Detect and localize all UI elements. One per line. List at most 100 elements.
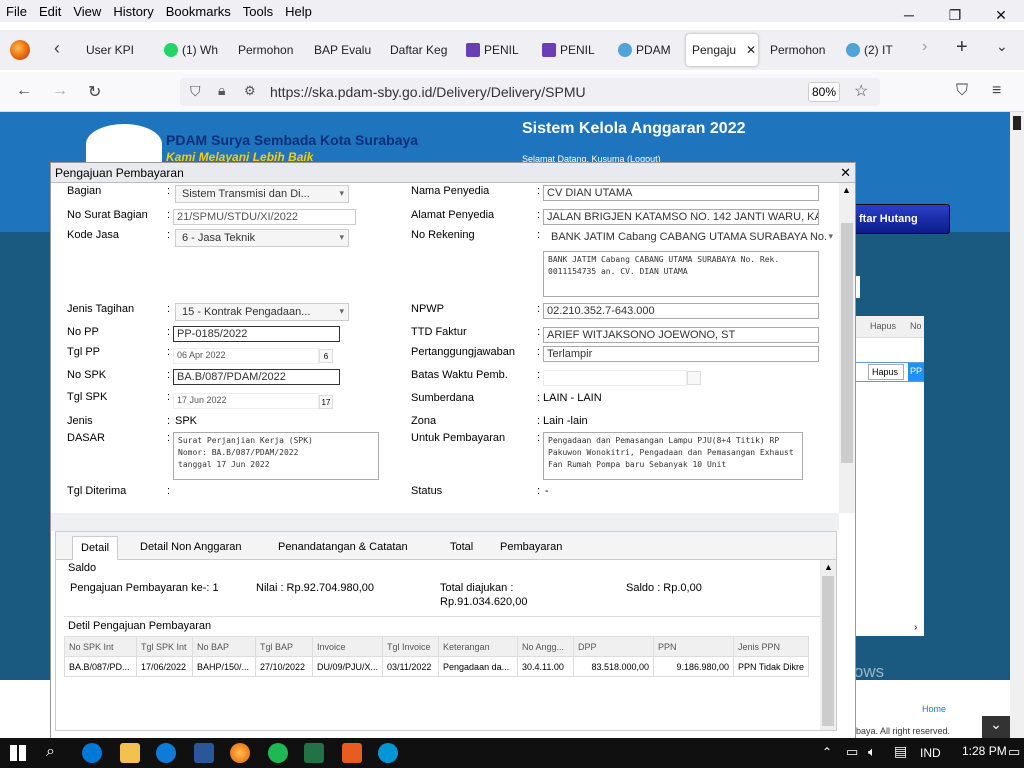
col-keterangan[interactable]: Keterangan: [438, 636, 519, 657]
tgl-spk-field[interactable]: 17 Jun 2022: [173, 393, 319, 409]
col-tgl-spk-int[interactable]: Tgl SPK Int: [136, 636, 193, 657]
tab-pembayaran[interactable]: Pembayaran: [492, 536, 570, 560]
language-indicator[interactable]: IND: [920, 746, 941, 760]
tab-penil-1[interactable]: PENIL: [460, 34, 530, 66]
col-no-spk-int[interactable]: No SPK Int: [64, 636, 137, 657]
close-window-button[interactable]: ✕: [978, 0, 1024, 30]
firefox-icon[interactable]: [10, 40, 30, 60]
forward-icon[interactable]: →: [52, 82, 68, 100]
bagian-select[interactable]: Sistem Transmisi dan Di...: [175, 185, 349, 203]
pocket-icon[interactable]: ⛉: [956, 82, 968, 100]
zoom-level[interactable]: 80%: [808, 82, 840, 102]
col-tgl-invoice[interactable]: Tgl Invoice: [382, 636, 440, 657]
ttd-faktur-field[interactable]: ARIEF WITJAKSONO JOEWONO, ST: [543, 327, 819, 343]
clock[interactable]: 1:28 PM: [962, 744, 1007, 758]
shield-icon[interactable]: ⛉: [190, 83, 201, 100]
chat-icon[interactable]: ▤: [894, 743, 907, 760]
new-tab-icon[interactable]: +: [956, 36, 968, 59]
bookmark-star-icon[interactable]: ☆: [854, 81, 868, 101]
tgl-spk-calendar-icon[interactable]: 17: [319, 395, 333, 409]
tab-permohonan[interactable]: Permohon: [232, 34, 302, 66]
restore-button[interactable]: ❐: [932, 0, 978, 30]
col-ppn[interactable]: PPN: [653, 636, 735, 657]
spotify-icon[interactable]: [268, 743, 288, 763]
permissions-icon[interactable]: ⚙: [244, 83, 256, 99]
network-icon[interactable]: ▭: [846, 744, 858, 760]
bg-hapus-button[interactable]: Hapus: [868, 364, 904, 380]
word-icon[interactable]: [194, 743, 214, 763]
tab-permohonan-2[interactable]: Permohon: [764, 34, 836, 66]
hp-icon[interactable]: [378, 743, 398, 763]
tab-scroll-right-icon[interactable]: ›: [922, 38, 927, 56]
col-no-anggaran[interactable]: No Angg...: [517, 636, 575, 657]
tab-scroll-left-icon[interactable]: ‹: [54, 38, 60, 59]
search-icon[interactable]: ⌕: [46, 743, 55, 761]
dasar-textarea[interactable]: Surat Perjanjian Kerja (SPK) Nomor: BA.B…: [173, 432, 379, 480]
edge-icon[interactable]: [82, 743, 102, 763]
table-row[interactable]: BA.B/087/PD... 17/06/2022 BAHP/150/... 2…: [64, 656, 810, 677]
nama-penyedia-field[interactable]: CV DIAN UTAMA: [543, 185, 819, 201]
npwp-field[interactable]: 02.210.352.7-643.000: [543, 303, 819, 319]
batas-waktu-field[interactable]: [543, 370, 687, 386]
tab-detail-non-anggaran[interactable]: Detail Non Anggaran: [132, 536, 250, 560]
reload-icon[interactable]: ↻: [88, 82, 101, 102]
tab-pengajuan-active[interactable]: Pengaju ✕: [686, 34, 758, 66]
url-text[interactable]: https://ska.pdam-sby.go.id/Delivery/Deli…: [270, 84, 586, 100]
tab-it[interactable]: (2) IT: [840, 34, 906, 66]
app-icon[interactable]: [156, 743, 176, 763]
jenis-tagihan-select[interactable]: 15 - Kontrak Pengadaan...: [175, 303, 349, 321]
alamat-penyedia-field[interactable]: JALAN BRIGJEN KATAMSO NO. 142 JANTI WARU…: [543, 209, 819, 225]
app-orange-icon[interactable]: [342, 743, 362, 763]
tab-detail[interactable]: Detail: [72, 536, 119, 560]
volume-icon[interactable]: 🔈︎: [868, 744, 876, 760]
menu-view[interactable]: View: [67, 4, 107, 19]
col-no-bap[interactable]: No BAP: [192, 636, 256, 657]
menu-bookmarks[interactable]: Bookmarks: [160, 4, 237, 19]
menu-file[interactable]: File: [0, 4, 33, 19]
no-spk-field[interactable]: BA.B/087/PDAM/2022: [173, 369, 340, 385]
tgl-pp-field[interactable]: 06 Apr 2022: [173, 348, 319, 364]
pertanggungjawaban-field[interactable]: Terlampir: [543, 346, 819, 362]
list-tabs-icon[interactable]: ⌄: [996, 38, 1008, 55]
tab-daftar-kegiatan[interactable]: Daftar Keg: [384, 34, 454, 66]
dialog-close-icon[interactable]: ✕: [840, 165, 851, 181]
back-icon[interactable]: ←: [16, 82, 32, 100]
tab-pdam[interactable]: PDAM: [612, 34, 682, 66]
rekening-detail-textarea[interactable]: BANK JATIM Cabang CABANG UTAMA SURABAYA …: [543, 251, 819, 297]
tab-bap-evaluasi[interactable]: BAP Evalu: [308, 34, 378, 66]
no-surat-field[interactable]: 21/SPMU/STDU/XI/2022: [173, 209, 356, 225]
tray-chevron-icon[interactable]: ⌃: [822, 745, 832, 759]
notification-icon[interactable]: ▭: [1008, 744, 1020, 760]
col-jenis-ppn[interactable]: Jenis PPN: [733, 636, 810, 657]
daftar-hutang-button[interactable]: ftar Hutang: [840, 204, 950, 234]
app-menu-icon[interactable]: ≡: [992, 82, 1001, 100]
scroll-up-icon[interactable]: ▲: [842, 185, 851, 195]
lock-icon[interactable]: 🔒︎: [218, 82, 225, 99]
no-rekening-select[interactable]: BANK JATIM Cabang CABANG UTAMA SURABAYA …: [543, 229, 837, 247]
footer-home-link[interactable]: Home: [922, 704, 946, 714]
bg-scroll-right-icon[interactable]: ›: [914, 622, 917, 633]
close-tab-icon[interactable]: ✕: [746, 43, 756, 57]
tab-total[interactable]: Total: [442, 536, 481, 560]
col-tgl-bap[interactable]: Tgl BAP: [255, 636, 313, 657]
scroll-top-icon[interactable]: ⌄: [982, 716, 1010, 738]
url-bar[interactable]: ⛉ 🔒︎ ⚙ https://ska.pdam-sby.go.id/Delive…: [180, 78, 880, 106]
file-explorer-icon[interactable]: [120, 743, 140, 763]
menu-tools[interactable]: Tools: [237, 4, 279, 19]
menu-edit[interactable]: Edit: [33, 4, 67, 19]
windows-start-icon[interactable]: [10, 745, 26, 761]
excel-icon[interactable]: [304, 743, 324, 763]
menu-help[interactable]: Help: [279, 4, 318, 19]
tab-user-kpi[interactable]: User KPI: [80, 34, 156, 66]
kode-jasa-select[interactable]: 6 - Jasa Teknik: [175, 229, 349, 247]
untuk-pembayaran-textarea[interactable]: Pengadaan dan Pemasangan Lampu PJU(8+4 T…: [543, 432, 803, 480]
page-scrollbar[interactable]: [1010, 112, 1024, 738]
firefox-taskbar-icon[interactable]: [230, 743, 250, 763]
menu-history[interactable]: History: [107, 4, 159, 19]
tab-whatsapp[interactable]: (1) Wh: [158, 34, 228, 66]
no-pp-field[interactable]: PP-0185/2022: [173, 326, 340, 342]
col-dpp[interactable]: DPP: [573, 636, 655, 657]
dialog-scrollbar[interactable]: ▲: [839, 183, 855, 513]
col-invoice[interactable]: Invoice: [311, 636, 384, 657]
minimize-button[interactable]: ─: [886, 0, 932, 30]
